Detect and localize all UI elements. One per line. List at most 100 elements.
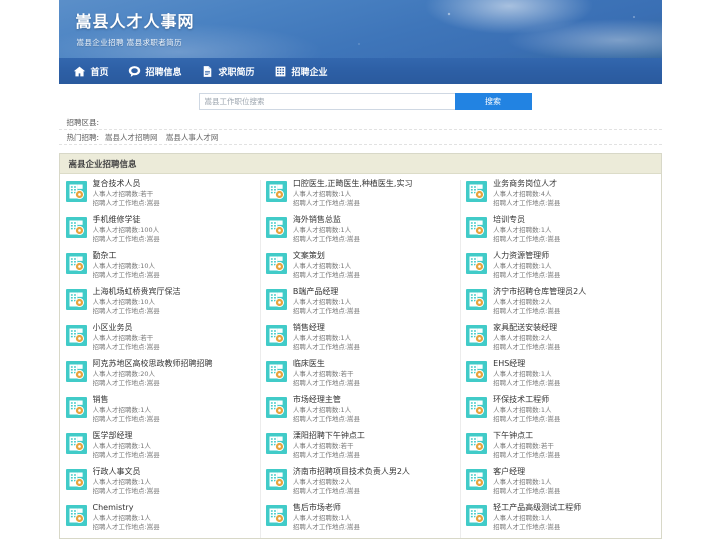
job-list-item[interactable]: 小区业务员 人事人才招聘数:若干 招聘人才工作地点:嵩县: [65, 322, 256, 355]
nav-item-resumes[interactable]: 求职简历: [193, 58, 266, 85]
company-building-icon: [466, 505, 488, 526]
company-building-icon: [65, 289, 87, 310]
job-title[interactable]: 口腔医生,正畸医生,种植医生,实习: [293, 178, 456, 189]
hot-link-2[interactable]: 嵩县人事人才网: [166, 133, 219, 142]
job-list-item[interactable]: 家具配送安装经理 人事人才招聘数:2人 招聘人才工作地点:嵩县: [466, 322, 656, 355]
job-title[interactable]: 家具配送安装经理: [493, 322, 656, 333]
job-headcount: 人事人才招聘数:100人: [92, 226, 160, 234]
job-list-item[interactable]: 勤杂工 人事人才招聘数:10人 招聘人才工作地点:嵩县: [65, 250, 256, 283]
company-building-icon: [65, 253, 87, 274]
job-headcount: 人事人才招聘数:2人: [292, 478, 352, 486]
job-text-block: 下午钟点工 人事人才招聘数:若干 招聘人才工作地点:嵩县: [493, 430, 656, 459]
job-list-item[interactable]: 文案策划 人事人才招聘数:1人 招聘人才工作地点:嵩县: [265, 250, 456, 283]
nav-item-home[interactable]: 首页: [65, 58, 120, 85]
job-title[interactable]: 轻工产品高级测试工程师: [493, 502, 656, 513]
job-title[interactable]: 环保技术工程师: [493, 394, 656, 405]
company-building-icon: [265, 397, 287, 418]
hot-link-1[interactable]: 嵩县人才招聘网: [105, 133, 158, 142]
job-title[interactable]: 业务商务岗位人才: [493, 178, 656, 189]
filter-label-district: 招聘区县:: [66, 117, 100, 127]
job-list-item[interactable]: 行政人事文员 人事人才招聘数:1人 招聘人才工作地点:嵩县: [65, 466, 256, 499]
job-location: 招聘人才工作地点:嵩县: [493, 414, 561, 423]
company-building-icon: [265, 433, 287, 454]
company-building-icon: [466, 289, 488, 310]
filter-row-district: 招聘区县:: [58, 115, 662, 130]
job-title[interactable]: 济宁市招聘仓库管理员2人: [493, 286, 656, 297]
company-building-icon: [265, 289, 287, 310]
job-title[interactable]: B端产品经理: [293, 286, 456, 297]
job-title[interactable]: 市场经理主管: [293, 394, 456, 405]
job-list-item[interactable]: Chemistry 人事人才招聘数:1人 招聘人才工作地点:嵩县: [65, 502, 256, 535]
job-headcount: 人事人才招聘数:1人: [92, 514, 151, 522]
job-text-block: 溧阳招聘下午钟点工 人事人才招聘数:若干 招聘人才工作地点:嵩县: [293, 430, 456, 459]
job-list-item[interactable]: 济宁市招聘仓库管理员2人 人事人才招聘数:2人 招聘人才工作地点:嵩县: [466, 286, 656, 319]
search-input[interactable]: [198, 92, 455, 110]
company-building-icon: [65, 325, 87, 346]
job-list-item[interactable]: 溧阳招聘下午钟点工 人事人才招聘数:若干 招聘人才工作地点:嵩县: [265, 430, 456, 463]
job-list-item[interactable]: 口腔医生,正畸医生,种植医生,实习 人事人才招聘数:1人 招聘人才工作地点:嵩县: [265, 178, 456, 211]
job-list-item[interactable]: 业务商务岗位人才 人事人才招聘数:4人 招聘人才工作地点:嵩县: [466, 178, 656, 211]
job-list-item[interactable]: 轻工产品高级测试工程师 人事人才招聘数:1人 招聘人才工作地点:嵩县: [466, 502, 656, 535]
job-list-item[interactable]: B端产品经理 人事人才招聘数:1人 招聘人才工作地点:嵩县: [265, 286, 456, 319]
job-title[interactable]: 阿克苏地区高校思政教师招聘招聘: [93, 358, 256, 369]
job-list-item[interactable]: 销售经理 人事人才招聘数:1人 招聘人才工作地点:嵩县: [265, 322, 456, 355]
job-title[interactable]: 手机维修学徒: [93, 214, 256, 225]
job-title[interactable]: 海外销售总监: [293, 214, 456, 225]
job-list-item[interactable]: 下午钟点工 人事人才招聘数:若干 招聘人才工作地点:嵩县: [466, 430, 656, 463]
chat-bubble-icon: [128, 65, 141, 78]
job-title[interactable]: 上海机场虹桥贵宾厅保洁: [93, 286, 256, 297]
job-title[interactable]: 复合技术人员: [93, 178, 256, 189]
job-headcount: 人事人才招聘数:1人: [493, 226, 552, 234]
company-building-icon: [466, 469, 488, 490]
job-title[interactable]: Chemistry: [93, 502, 256, 513]
job-list-item[interactable]: 培训专员 人事人才招聘数:1人 招聘人才工作地点:嵩县: [466, 214, 656, 247]
job-title[interactable]: 文案策划: [293, 250, 456, 261]
job-list-item[interactable]: EHS经理 人事人才招聘数:1人 招聘人才工作地点:嵩县: [466, 358, 656, 391]
job-title[interactable]: 售后市场老师: [293, 502, 456, 513]
job-location: 招聘人才工作地点:嵩县: [292, 306, 361, 315]
job-list-item[interactable]: 上海机场虹桥贵宾厅保洁 人事人才招聘数:10人 招聘人才工作地点:嵩县: [65, 286, 256, 319]
job-text-block: 上海机场虹桥贵宾厅保洁 人事人才招聘数:10人 招聘人才工作地点:嵩县: [93, 286, 256, 315]
job-title[interactable]: 小区业务员: [93, 322, 256, 333]
job-text-block: 口腔医生,正畸医生,种植医生,实习 人事人才招聘数:1人 招聘人才工作地点:嵩县: [293, 178, 456, 207]
job-list-item[interactable]: 环保技术工程师 人事人才招聘数:1人 招聘人才工作地点:嵩县: [466, 394, 656, 427]
job-list-item[interactable]: 济南市招聘项目技术负责人男2人 人事人才招聘数:2人 招聘人才工作地点:嵩县: [265, 466, 456, 499]
job-list-item[interactable]: 人力资源管理师 人事人才招聘数:1人 招聘人才工作地点:嵩县: [466, 250, 656, 283]
job-text-block: 销售 人事人才招聘数:1人 招聘人才工作地点:嵩县: [93, 394, 256, 423]
job-list-item[interactable]: 临床医生 人事人才招聘数:若干 招聘人才工作地点:嵩县: [265, 358, 456, 391]
job-location: 招聘人才工作地点:嵩县: [292, 378, 361, 387]
filter-section: 招聘区县: 热门招聘: 嵩县人才招聘网 嵩县人事人才网: [58, 113, 662, 145]
nav-item-recruitment-info[interactable]: 招聘信息: [120, 58, 193, 85]
job-list-item[interactable]: 阿克苏地区高校思政教师招聘招聘 人事人才招聘数:20人 招聘人才工作地点:嵩县: [65, 358, 256, 391]
job-list-item[interactable]: 市场经理主管 人事人才招聘数:1人 招聘人才工作地点:嵩县: [265, 394, 456, 427]
job-title[interactable]: 下午钟点工: [493, 430, 656, 441]
job-list-item[interactable]: 医学部经理 人事人才招聘数:1人 招聘人才工作地点:嵩县: [65, 430, 256, 463]
job-title[interactable]: 客户经理: [493, 466, 656, 477]
job-location: 招聘人才工作地点:嵩县: [493, 198, 561, 207]
job-list-item[interactable]: 海外销售总监 人事人才招聘数:1人 招聘人才工作地点:嵩县: [265, 214, 456, 247]
job-list-item[interactable]: 客户经理 人事人才招聘数:1人 招聘人才工作地点:嵩县: [466, 466, 656, 499]
job-title[interactable]: 销售: [93, 394, 256, 405]
job-list-item[interactable]: 销售 人事人才招聘数:1人 招聘人才工作地点:嵩县: [65, 394, 256, 427]
search-button[interactable]: 搜索: [454, 92, 532, 110]
job-headcount: 人事人才招聘数:若干: [292, 442, 354, 450]
job-location: 招聘人才工作地点:嵩县: [493, 450, 561, 459]
job-title[interactable]: 勤杂工: [93, 250, 256, 261]
job-title[interactable]: 医学部经理: [93, 430, 256, 441]
job-title[interactable]: 销售经理: [293, 322, 456, 333]
job-list-item[interactable]: 复合技术人员 人事人才招聘数:若干 招聘人才工作地点:嵩县: [65, 178, 256, 211]
job-headcount: 人事人才招聘数:若干: [292, 370, 354, 378]
job-title[interactable]: 溧阳招聘下午钟点工: [293, 430, 456, 441]
job-title[interactable]: 培训专员: [493, 214, 656, 225]
nav-item-companies[interactable]: 招聘企业: [266, 58, 339, 85]
job-list-item[interactable]: 手机维修学徒 人事人才招聘数:100人 招聘人才工作地点:嵩县: [65, 214, 256, 247]
job-list-item[interactable]: 售后市场老师 人事人才招聘数:1人 招聘人才工作地点:嵩县: [265, 502, 456, 535]
job-title[interactable]: 济南市招聘项目技术负责人男2人: [293, 466, 456, 477]
job-headcount: 人事人才招聘数:2人: [493, 334, 552, 342]
job-text-block: 业务商务岗位人才 人事人才招聘数:4人 招聘人才工作地点:嵩县: [493, 178, 656, 207]
site-banner: 嵩县人才人事网 嵩县企业招聘 嵩县求职者简历: [58, 0, 662, 58]
job-title[interactable]: 临床医生: [293, 358, 456, 369]
job-title[interactable]: 行政人事文员: [93, 466, 256, 477]
job-title[interactable]: 人力资源管理师: [493, 250, 656, 261]
job-title[interactable]: EHS经理: [493, 358, 656, 369]
